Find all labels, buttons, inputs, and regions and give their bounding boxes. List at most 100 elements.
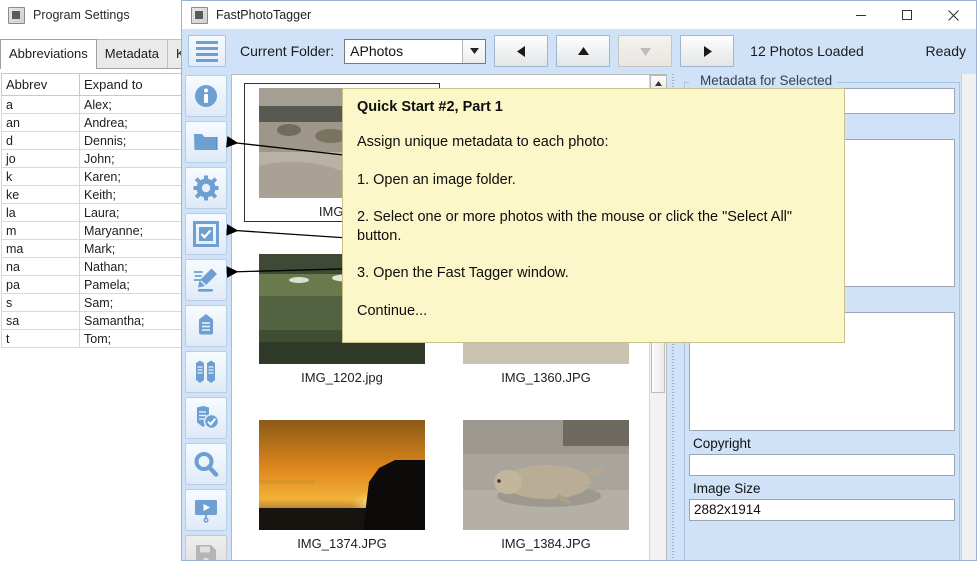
tab-metadata[interactable]: Metadata [95,39,168,68]
metadata-scrollbar[interactable] [961,74,976,560]
maximize-button[interactable] [884,1,930,29]
settings-button[interactable] [185,167,227,209]
close-icon [947,9,959,21]
single-tag-button[interactable] [185,305,227,347]
chevron-down-icon[interactable] [462,39,486,63]
down-icon [639,47,651,56]
callout-line-continue: Continue... [357,302,428,319]
slideshow-icon [195,500,217,523]
select-all-checkbox-icon [193,221,219,247]
multi-tag-icon [196,360,215,383]
cell-expand: Laura; [79,203,182,222]
hamburger-icon-bar [196,40,218,44]
callout-line-step-3: 3. Open the Fast Tagger window. [357,265,569,282]
cell-abbrev: k [1,167,80,186]
table-row[interactable]: m Maryanne; [1,221,182,240]
scroll-down-button[interactable] [618,35,673,67]
table-row[interactable]: pa Pamela; [1,275,182,294]
table-row[interactable]: k Karen; [1,167,182,186]
minimize-button[interactable] [838,1,884,29]
open-folder-button[interactable] [185,121,227,163]
thumbnail-inner: IMG_1374.JPG [244,415,440,554]
cell-expand: Maryanne; [79,221,182,240]
single-tag-icon [199,314,213,335]
thumbnail-item[interactable]: IMG_1384.JPG [444,415,648,560]
cell-expand: Karen; [79,167,182,186]
thumbnail-filename: IMG_1384.JPG [501,536,591,551]
cell-expand: Samantha; [79,311,182,330]
cell-abbrev: na [1,257,80,276]
metadata-field-image-size[interactable]: 2882x1914 [689,499,955,521]
menu-button[interactable] [188,35,226,67]
metadata-group-label: Metadata for Selected [695,73,838,88]
cell-abbrev: jo [1,149,80,168]
table-row[interactable]: la Laura; [1,203,182,222]
table-row[interactable]: sa Samantha; [1,311,182,330]
metadata-label-copyright: Copyright [689,435,955,452]
cell-expand: Tom; [79,329,182,348]
next-icon [703,45,712,57]
app-root: Program Settings Abbreviations Metadata … [0,0,977,561]
previous-photo-button[interactable] [494,35,549,67]
tag-verify-button[interactable] [185,397,227,439]
table-header-row: Abbrev Expand to [1,73,182,96]
photos-loaded-status: 12 Photos Loaded [750,43,864,59]
current-folder-combobox[interactable]: APhotos [344,38,487,64]
main-titlebar: FastPhotoTagger [182,1,976,29]
app-icon [191,6,208,24]
cell-abbrev: ma [1,239,80,258]
table-row[interactable]: t Tom; [1,329,182,348]
quick-start-callout: Quick Start #2, Part 1 Assign unique met… [342,88,845,343]
main-title-area: FastPhotoTagger [182,6,838,24]
table-row[interactable]: d Dennis; [1,131,182,150]
up-icon [577,46,589,55]
table-row[interactable]: jo John; [1,149,182,168]
scroll-up-button[interactable] [556,35,611,67]
table-row[interactable]: na Nathan; [1,257,182,276]
callout-line-intro: Assign unique metadata to each photo: [357,134,609,150]
cell-abbrev: sa [1,311,80,330]
next-photo-button[interactable] [680,35,735,67]
app-icon [8,6,25,24]
callout-title: Quick Start #2, Part 1 [357,99,503,115]
maximize-icon [902,10,912,20]
abbreviations-table: Abbrev Expand to a Alex; an Andrea; d Dennis;… [1,73,182,348]
program-settings-title: Program Settings [33,8,130,22]
thumbnail-image [259,420,425,530]
metadata-field-copyright[interactable] [689,454,955,476]
minimize-icon [856,15,866,16]
table-row[interactable]: an Andrea; [1,113,182,132]
thumbnail-item[interactable]: IMG_1374.JPG [240,415,444,560]
cell-abbrev: la [1,203,80,222]
slideshow-button[interactable] [185,489,227,531]
fast-tagger-button[interactable] [185,259,227,301]
table-row[interactable]: s Sam; [1,293,182,312]
current-folder-value: APhotos [350,43,404,59]
cell-expand: Dennis; [79,131,182,150]
column-header-abbrev: Abbrev [1,73,80,96]
table-row[interactable]: ma Mark; [1,239,182,258]
thumbnail-filename: IMG_1374.JPG [297,536,387,551]
save-icon [196,545,216,560]
search-button[interactable] [185,443,227,485]
cell-expand: Keith; [79,185,182,204]
close-button[interactable] [930,1,976,29]
select-all-button[interactable] [185,213,227,255]
table-row[interactable]: ke Keith; [1,185,182,204]
hamburger-icon-bar [196,58,218,62]
info-icon [195,85,217,107]
tab-abbreviations[interactable]: Abbreviations [0,39,97,69]
multi-tag-button[interactable] [185,351,227,393]
program-settings-titlebar: Program Settings [0,0,182,30]
info-button[interactable] [185,75,227,117]
tool-rail [182,73,230,560]
cell-expand: Nathan; [79,257,182,276]
callout-line-step-1: 1. Open an image folder. [357,171,516,188]
cell-abbrev: s [1,293,80,312]
table-row[interactable]: a Alex; [1,95,182,114]
ready-status: Ready [925,43,966,59]
thumbnail-inner: IMG_1384.JPG [448,415,644,554]
cell-expand: Alex; [79,95,182,114]
save-button[interactable] [185,535,227,560]
tag-verify-icon [197,406,219,430]
